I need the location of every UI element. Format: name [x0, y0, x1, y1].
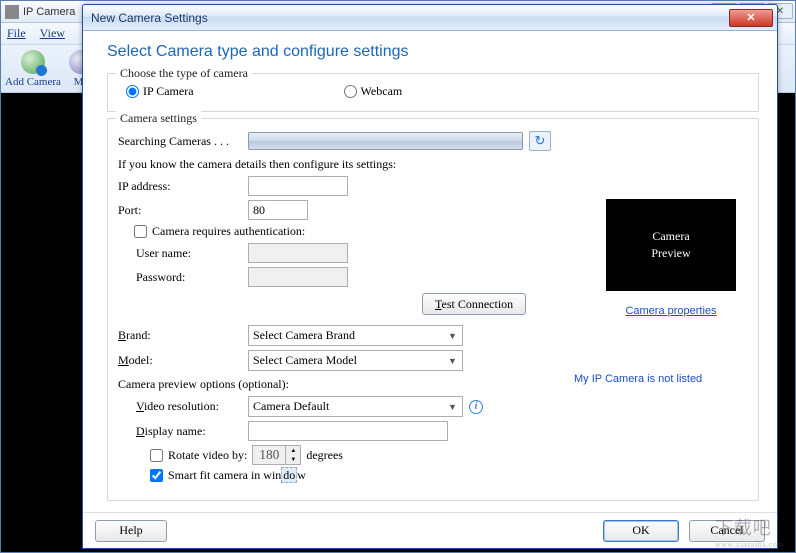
menu-file[interactable]: File — [7, 26, 26, 41]
dialog-titlebar: New Camera Settings ✕ — [83, 5, 777, 31]
searching-label: Searching Cameras . . . — [118, 134, 248, 149]
chevron-down-icon: ▼ — [445, 328, 460, 343]
dialog-heading: Select Camera type and configure setting… — [107, 43, 759, 61]
dialog-close-button[interactable]: ✕ — [729, 9, 773, 27]
rotate-input[interactable] — [252, 445, 286, 465]
chevron-down-icon: ▼ — [445, 399, 460, 414]
brand-combo[interactable]: Select Camera Brand ▼ — [248, 325, 463, 346]
password-label: Password: — [118, 270, 248, 285]
username-label: User name: — [118, 246, 248, 261]
auth-label: Camera requires authentication: — [152, 224, 305, 239]
refresh-search-button[interactable]: ↻ — [529, 131, 551, 151]
add-camera-button[interactable]: Add Camera — [5, 50, 61, 88]
model-label: Model: — [118, 353, 248, 368]
video-res-combo[interactable]: Camera Default ▼ — [248, 396, 463, 417]
camera-preview: Camera Preview — [606, 199, 736, 291]
not-listed-link[interactable]: My IP Camera is not listed — [574, 373, 754, 385]
video-res-label: Video resolution: — [118, 399, 248, 414]
rotate-checkbox[interactable] — [150, 449, 163, 462]
radio-ip-input[interactable] — [126, 85, 139, 98]
ip-label: IP address: — [118, 179, 248, 194]
camera-type-legend: Choose the type of camera — [116, 66, 252, 81]
username-input[interactable] — [248, 243, 348, 263]
port-input[interactable] — [248, 200, 308, 220]
info-icon[interactable]: i — [469, 400, 483, 414]
search-progress — [248, 132, 523, 150]
brand-label: Brand: — [118, 328, 248, 343]
rotate-label-post: degrees — [306, 448, 343, 463]
ok-button[interactable]: OK — [603, 520, 679, 542]
ip-address-input[interactable] — [248, 176, 348, 196]
camera-properties-link[interactable]: Camera properties — [606, 305, 736, 317]
chevron-down-icon: ▼ — [445, 353, 460, 368]
dialog-body: Select Camera type and configure setting… — [83, 31, 777, 512]
app-icon — [5, 5, 19, 19]
rotate-spinner[interactable]: ▲▼ — [252, 445, 301, 465]
display-name-label: Display name: — [118, 424, 248, 439]
rotate-label-pre: Rotate video by: — [168, 448, 247, 463]
spin-up[interactable]: ▲ — [286, 446, 300, 455]
camera-settings-group: Camera settings Searching Cameras . . . … — [107, 118, 759, 501]
cancel-button[interactable]: Cancel — [689, 520, 765, 542]
test-connection-button[interactable]: Test Connection — [422, 293, 526, 315]
right-panel: Camera Preview Camera properties — [606, 199, 736, 317]
radio-ip-camera[interactable]: IP Camera — [126, 84, 194, 99]
camera-settings-legend: Camera settings — [116, 111, 201, 126]
dialog-footer: Help OK Cancel — [83, 512, 777, 548]
help-button[interactable]: Help — [95, 520, 167, 542]
radio-webcam-input[interactable] — [344, 85, 357, 98]
auth-checkbox[interactable] — [134, 225, 147, 238]
smartfit-label: Smart fit camera in window — [168, 468, 306, 483]
radio-webcam[interactable]: Webcam — [344, 84, 403, 99]
display-name-input[interactable] — [248, 421, 448, 441]
spin-down[interactable]: ▼ — [286, 455, 300, 464]
main-title: IP Camera — [23, 6, 75, 18]
add-camera-icon — [21, 50, 45, 74]
menu-view[interactable]: View — [40, 26, 65, 41]
camera-type-group: Choose the type of camera IP Camera Webc… — [107, 73, 759, 112]
new-camera-dialog: New Camera Settings ✕ Select Camera type… — [82, 4, 778, 549]
smartfit-checkbox[interactable] — [150, 469, 163, 482]
password-input[interactable] — [248, 267, 348, 287]
know-details-text: If you know the camera details then conf… — [118, 157, 748, 172]
dialog-title: New Camera Settings — [91, 11, 208, 25]
model-combo[interactable]: Select Camera Model ▼ — [248, 350, 463, 371]
port-label: Port: — [118, 203, 248, 218]
